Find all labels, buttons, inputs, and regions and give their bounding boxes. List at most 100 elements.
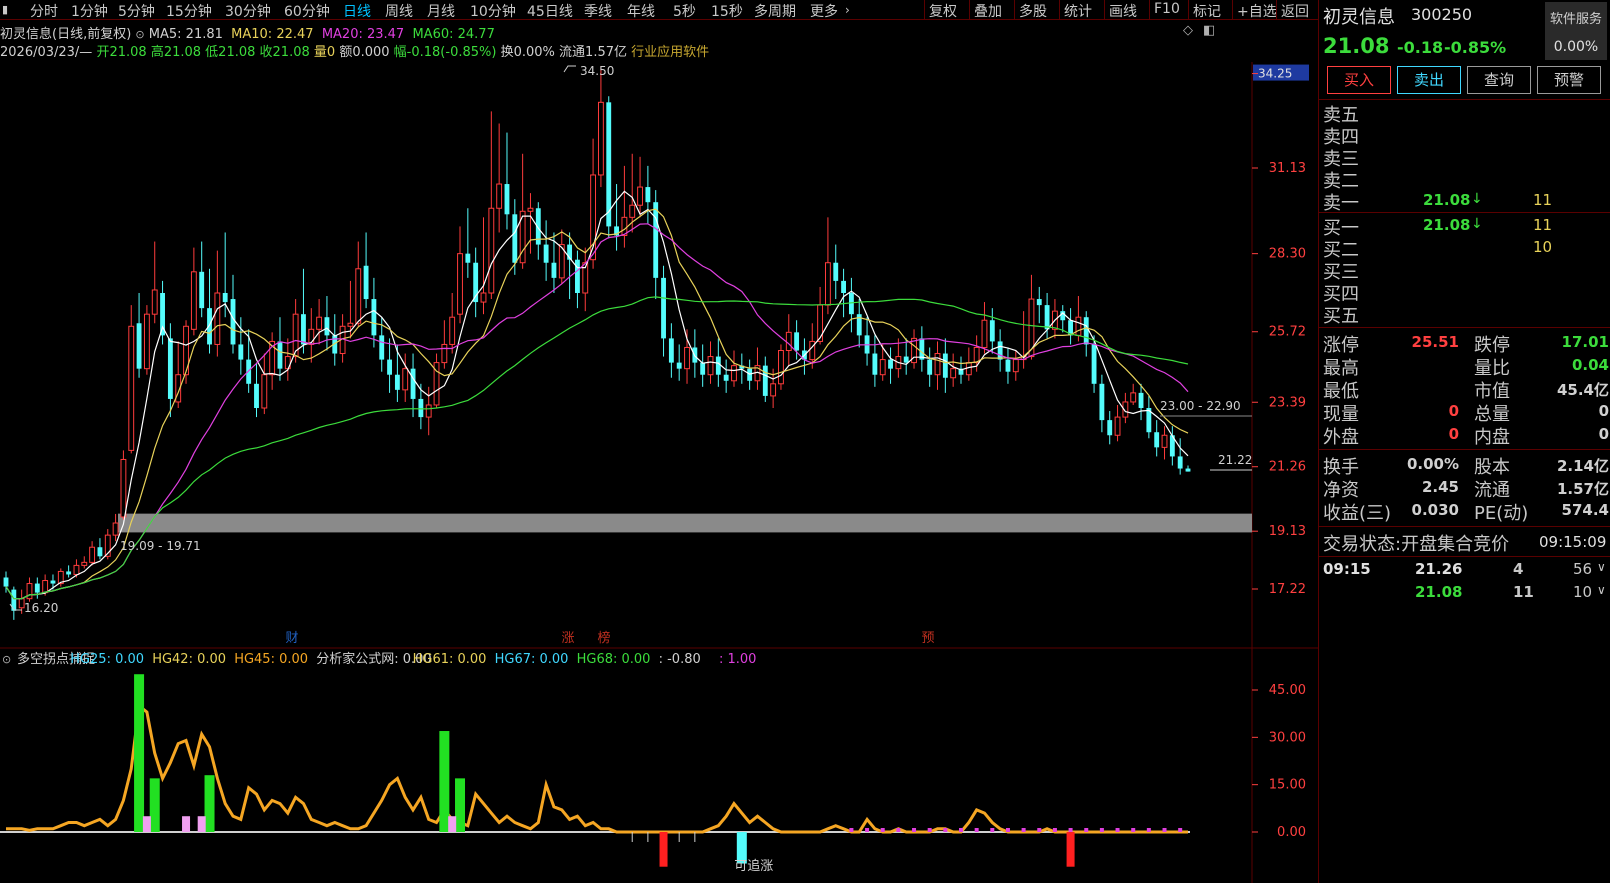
query-button[interactable]: 查询: [1467, 66, 1531, 94]
indicator-legend-item: HG42: 0.00: [152, 652, 226, 667]
candle-up: [597, 101, 604, 176]
candle-down: [661, 277, 666, 339]
event-mark: 榜: [597, 630, 610, 646]
stat-row: 最高 量比 0.04: [1323, 356, 1609, 379]
indicator-dot: [1146, 828, 1151, 832]
tick-row: 21.08 11 10 ∨: [1415, 583, 1606, 601]
candle-up: [981, 319, 988, 348]
ask-row-5[interactable]: 卖五: [1323, 101, 1609, 126]
bid-row-5[interactable]: 买五: [1323, 302, 1609, 327]
indicator-dot: [990, 828, 995, 832]
indicator-red-bar: [659, 832, 668, 867]
candle-down: [551, 262, 557, 278]
price-tick-label: 23.39: [1269, 395, 1306, 410]
ask-row-4[interactable]: 卖四: [1323, 123, 1609, 148]
bid-row-1[interactable]: 买一 21.08 ↓ 11: [1323, 214, 1609, 239]
candle-down: [1036, 299, 1042, 306]
kline-chart-area[interactable]: 34.25 31.13 28.30 25.72 23.39 21.26 19.13 17.22…: [0, 0, 1318, 883]
stat-row: 涨停 25.51 跌停 17.01: [1323, 333, 1609, 356]
bid-row-3[interactable]: 买三: [1323, 258, 1609, 283]
candle-up: [973, 346, 980, 364]
indicator-tick-label: 0.00: [1277, 825, 1306, 840]
indicator-legend-item: HG61: 0.00: [413, 652, 487, 667]
candle-up: [355, 268, 362, 324]
candle-down: [1138, 392, 1144, 409]
indicator-legend-item: HG25: 0.00: [70, 652, 144, 667]
indicator-dot: [880, 828, 885, 832]
candle-up: [143, 313, 150, 370]
ask-row-2[interactable]: 卖二: [1323, 167, 1609, 192]
event-mark: 涨: [561, 631, 574, 646]
divider: [1319, 449, 1610, 450]
indicator-dot: [1162, 828, 1167, 832]
bid-row-4[interactable]: 买四: [1323, 280, 1609, 305]
bid-row-2[interactable]: 买二 10: [1323, 236, 1609, 261]
sector-badge[interactable]: 软件服务 0.00%: [1545, 2, 1607, 60]
candle-down: [167, 338, 173, 399]
indicator-dot: [849, 828, 854, 832]
candle-up: [1130, 392, 1137, 403]
candle-up: [89, 546, 96, 563]
indicator-dot: [1131, 828, 1136, 832]
indicator-dot: [1021, 828, 1026, 832]
candle-up: [457, 253, 463, 315]
indicator-green-bar: [455, 778, 466, 832]
divider: [1319, 327, 1610, 328]
candle-down: [394, 374, 400, 390]
indicator-dot: [974, 828, 979, 832]
indicator-green-bar: [134, 674, 145, 832]
range-upper-label: 23.00 - 22.90: [1160, 399, 1241, 413]
stock-change: -0.18: [1397, 38, 1444, 57]
stat-row: 现量 0 总量 0: [1323, 402, 1609, 425]
candle-up: [824, 262, 831, 306]
candle-up: [879, 359, 886, 376]
indicator-legend-item: : 1.00: [719, 652, 756, 667]
candle-down: [668, 338, 674, 363]
indicator-tick-label: 45.00: [1269, 683, 1306, 698]
divider: [1319, 526, 1610, 527]
indicator-dot: [1099, 828, 1104, 832]
indicator-legend-item: HG67: 0.00: [495, 652, 569, 667]
indicator-dot: [1005, 828, 1010, 832]
candle-up: [347, 322, 354, 327]
stat-row: 最低 市值 45.4亿: [1323, 381, 1609, 402]
sell-button[interactable]: 卖出: [1397, 66, 1461, 94]
indicator-dot: [927, 828, 932, 832]
sector-change: 0.00%: [1553, 39, 1599, 55]
low-price-label: 16.20: [24, 601, 58, 615]
candle-up: [120, 458, 127, 518]
arrow-down-icon: ↓: [1471, 191, 1483, 207]
chevron-down-icon: ∨: [1597, 583, 1606, 597]
stat-row: 换手 0.00% 股本 2.14亿: [1323, 455, 1609, 478]
indicator-dot: [912, 828, 917, 832]
indicator-green-bar: [149, 778, 160, 832]
candle-up: [637, 186, 643, 206]
indicator-dot: [1084, 828, 1089, 832]
candle-down: [903, 356, 909, 363]
price-tick-label: 34.25: [1258, 67, 1292, 81]
buy-button[interactable]: 买入: [1327, 66, 1391, 94]
candle-down: [747, 368, 753, 381]
indicator-pink-bar: [182, 816, 191, 832]
candle-down: [794, 332, 800, 351]
ask-row-3[interactable]: 卖三: [1323, 145, 1609, 170]
candle-down: [410, 368, 416, 399]
price-tick-label: 19.13: [1269, 524, 1306, 539]
candle-up: [965, 362, 972, 376]
candle-up: [26, 583, 33, 600]
candle-down: [363, 265, 369, 300]
candle-up: [707, 356, 714, 376]
candle-down: [301, 314, 306, 345]
candle-down: [3, 577, 9, 587]
candle-up: [261, 374, 268, 409]
event-mark: 财: [285, 631, 298, 646]
range-lower-label: 19.09 - 19.71: [120, 539, 201, 553]
candle-up: [1012, 359, 1019, 373]
candle-down: [379, 335, 385, 360]
candle-up: [629, 204, 636, 218]
indicator-tick-label: 15.00: [1269, 778, 1306, 793]
ask-row-1[interactable]: 卖一 21.08 ↓ 11: [1323, 189, 1609, 214]
trade-status: 交易状态:开盘集合竞价: [1323, 530, 1509, 556]
candle-down: [645, 187, 651, 203]
alert-button[interactable]: 预警: [1537, 66, 1601, 94]
